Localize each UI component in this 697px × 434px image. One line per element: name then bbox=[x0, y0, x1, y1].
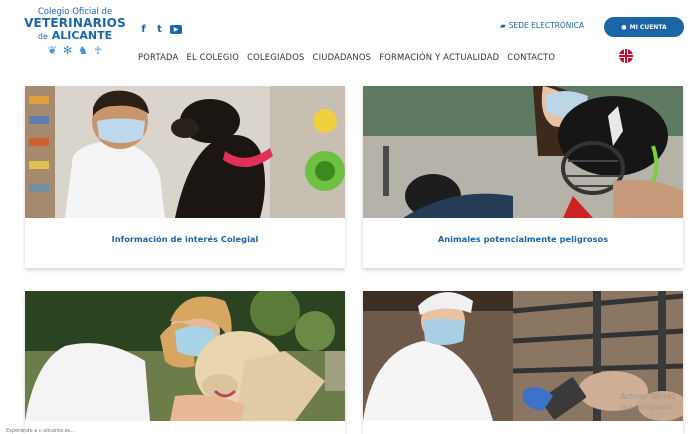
sede-icon: ▰ bbox=[500, 21, 506, 30]
logo-icons: ❦ ✻ ♞ ☥ bbox=[24, 44, 126, 57]
logo-line3-prefix: de bbox=[37, 32, 48, 41]
sede-label: SEDE ELECTRÓNICA bbox=[508, 21, 584, 30]
mi-cuenta-label: MI CUENTA bbox=[629, 23, 667, 31]
nav-colegiados[interactable]: COLEGIADOS bbox=[247, 52, 304, 62]
card-animales-peligrosos[interactable]: Animales potencialmente peligrosos bbox=[363, 86, 683, 268]
twitter-icon[interactable]: t bbox=[154, 24, 165, 35]
animal-icon: ♞ bbox=[78, 44, 89, 57]
mi-cuenta-button[interactable]: ● MI CUENTA bbox=[604, 17, 684, 37]
watermark-line1: Activar Windo bbox=[620, 392, 676, 401]
logo-line3: ALICANTE bbox=[51, 29, 113, 42]
user-icon: ● bbox=[621, 23, 627, 31]
browser-status-text: Esperando a c-alicante.es... bbox=[6, 428, 76, 434]
nav-el-colegio[interactable]: EL COLEGIO bbox=[186, 52, 239, 62]
site-header: Colegio Oficial de VETERINARIOS de ALICA… bbox=[0, 0, 697, 78]
facebook-icon[interactable]: f bbox=[138, 24, 149, 35]
main-nav: PORTADA EL COLEGIO COLEGIADOS CIUDADANOS… bbox=[138, 52, 555, 62]
watermark-line2: Ve a Configuració bbox=[620, 404, 673, 411]
nav-contacto[interactable]: CONTACTO bbox=[507, 52, 555, 62]
muzzled-dog-photo bbox=[363, 86, 683, 218]
uk-flag-icon[interactable] bbox=[619, 49, 633, 63]
card-informacion-colegial[interactable]: Información de interés Colegial bbox=[25, 86, 345, 268]
card-caption[interactable]: Información de interés Colegial bbox=[25, 234, 345, 244]
social-links: f t ▶ bbox=[138, 24, 182, 35]
youtube-icon[interactable]: ▶ bbox=[170, 25, 182, 34]
nav-portada[interactable]: PORTADA bbox=[138, 52, 178, 62]
sede-electronica-link[interactable]: ▰ SEDE ELECTRÓNICA bbox=[500, 21, 584, 30]
snowflake-icon: ✻ bbox=[62, 44, 73, 57]
woman-dog-photo bbox=[25, 291, 345, 421]
caduceus-icon: ☥ bbox=[94, 44, 103, 57]
vet-dog-photo bbox=[25, 86, 345, 218]
card-ciudadanos[interactable] bbox=[25, 291, 345, 434]
nav-formacion[interactable]: FORMACIÓN Y ACTUALIDAD bbox=[379, 52, 499, 62]
windows-activation-watermark: Activar Windo Ve a Configuració bbox=[620, 391, 676, 413]
nav-ciudadanos[interactable]: CIUDADANOS bbox=[313, 52, 372, 62]
card-caption[interactable]: Animales potencialmente peligrosos bbox=[363, 234, 683, 244]
leaf-icon: ❦ bbox=[47, 44, 57, 57]
site-logo[interactable]: Colegio Oficial de VETERINARIOS de ALICA… bbox=[24, 7, 126, 57]
